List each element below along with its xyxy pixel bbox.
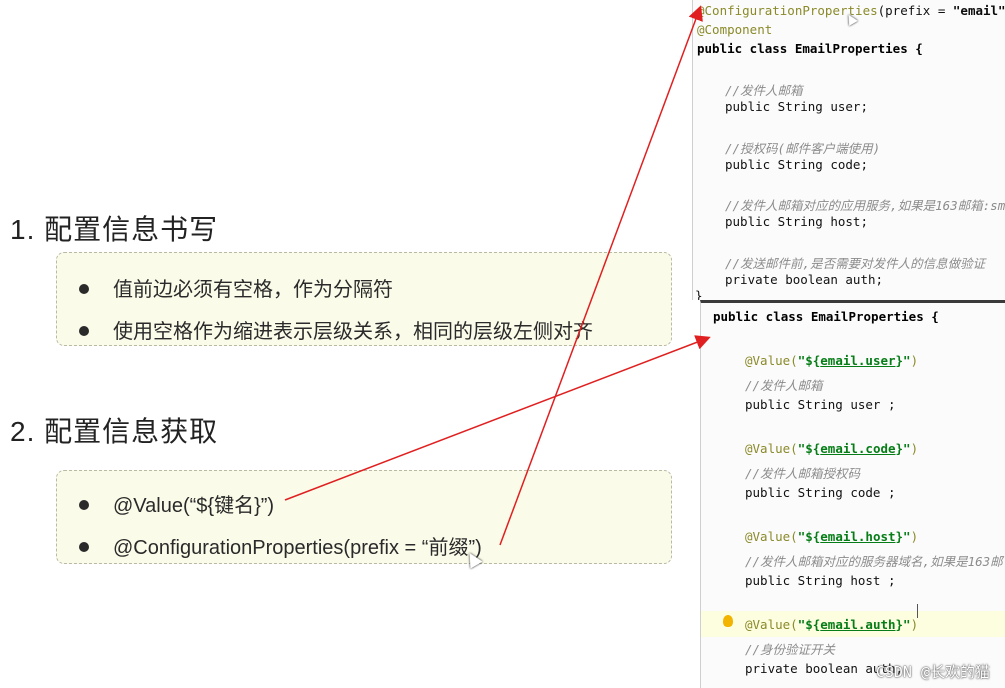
bullet-dot-icon [79, 541, 89, 552]
section-1-box: 值前边必须有空格，作为分隔符 使用空格作为缩进表示层级关系，相同的层级左侧对齐 [56, 252, 672, 346]
bullet-dot-icon [79, 499, 89, 510]
section-1-bullet-2: 使用空格作为缩进表示层级关系，相同的层级左侧对齐 [79, 315, 593, 344]
bullet-dot-icon [79, 283, 89, 294]
watermark: CSDN @长欢的猫 [875, 663, 990, 681]
section-2-box: @Value(“${键名}”) @ConfigurationProperties… [56, 470, 672, 564]
section-2-title: 2. 配置信息获取 [10, 416, 219, 447]
section-2-bullet-1: @Value(“${键名}”) [79, 489, 274, 518]
text-cursor-icon [917, 604, 918, 618]
code-panel-value-injection: public class EmailProperties { @Value("$… [700, 300, 1005, 688]
section-1-bullet-1: 值前边必须有空格，作为分隔符 [79, 273, 393, 302]
section-1-title: 1. 配置信息书写 [10, 214, 219, 245]
section-2-bullet-2: @ConfigurationProperties(prefix = “前缀”) [79, 531, 482, 560]
bullet-dot-icon [79, 325, 89, 336]
code-panel-configuration-properties: @ConfigurationProperties(prefix = "email… [692, 0, 1005, 300]
lightbulb-icon[interactable] [723, 615, 733, 627]
